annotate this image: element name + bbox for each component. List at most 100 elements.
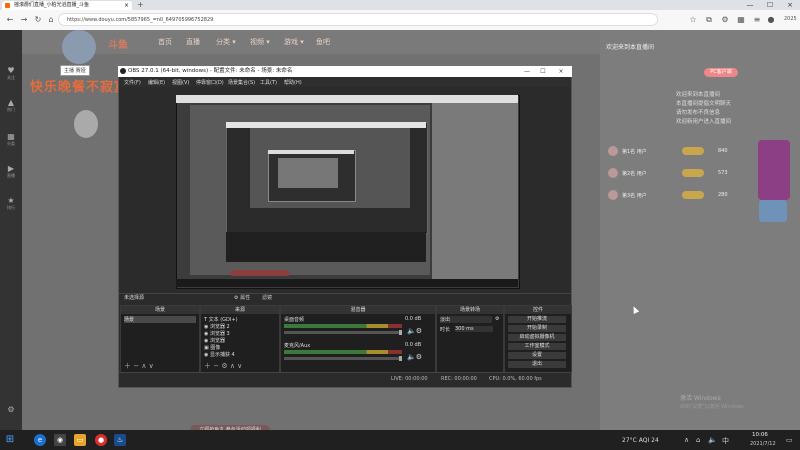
rank-avatar	[608, 168, 618, 178]
speaker-icon[interactable]: 🔈⚙	[407, 353, 422, 361]
forward-arrow-icon[interactable]: →	[18, 14, 30, 26]
sidebar-item-rank[interactable]: ★ 排行	[3, 196, 19, 212]
sources-dock-toolbar[interactable]: ＋ − ⚙ ∧ ∨	[204, 361, 242, 371]
edge-icon[interactable]: e	[34, 434, 46, 446]
sources-dock-title: 来源	[201, 306, 279, 314]
studio-mode-button[interactable]: 工作室模式	[508, 343, 566, 350]
rank-row[interactable]: 第1名 用户 840	[608, 146, 753, 158]
obs-minimize-button[interactable]: —	[520, 66, 534, 77]
windows-start-icon[interactable]: ⊞	[4, 434, 16, 446]
nav-game[interactable]: 游戏 ▾	[284, 37, 304, 47]
obs-close-button[interactable]: ×	[554, 66, 568, 77]
source-item[interactable]: ◉ 浏览器 2	[204, 323, 230, 330]
gift-box-icon[interactable]	[759, 200, 787, 222]
sources-dock: 来源 T 文本 (GDI+) ◉ 浏览器 2 ◉ 浏览器 3 ◉ 浏览器 ▣ 图…	[200, 305, 280, 373]
source-item[interactable]: ◉ 显示捕获 4	[204, 351, 235, 358]
source-item[interactable]: ◉ 浏览器 3	[204, 330, 230, 337]
duration-input[interactable]: 300 ms	[455, 326, 493, 332]
window-close-button[interactable]: ×	[780, 0, 800, 10]
sidebar-item-live[interactable]: ▶ 直播	[3, 164, 19, 180]
nav-live[interactable]: 直播	[186, 37, 200, 47]
menu-file[interactable]: 文件(F)	[124, 79, 141, 86]
window-maximize-button[interactable]: ☐	[760, 0, 780, 10]
transition-gear-icon[interactable]: ⚙	[495, 316, 499, 322]
grid-icon[interactable]: ▦	[736, 14, 746, 26]
menu-scene-collection[interactable]: 场景集合(S)	[228, 79, 255, 86]
rank-row[interactable]: 第2名 用户 573	[608, 168, 753, 180]
tab-close-icon[interactable]: ×	[124, 1, 129, 10]
star-icon[interactable]: ☆	[688, 14, 698, 26]
extension-icon[interactable]: ⧉	[704, 14, 714, 26]
source-item[interactable]: ◉ 浏览器	[204, 337, 225, 344]
no-source-selected-label: 未选择源	[124, 295, 145, 301]
chat-message: 欢迎来到本直播间	[676, 92, 721, 98]
transition-select[interactable]: 淡出	[440, 316, 492, 323]
network-icon[interactable]: ⌂	[696, 436, 700, 444]
preview-browser-bar	[176, 95, 518, 103]
settings-button[interactable]: 设置	[508, 352, 566, 359]
volume-slider-handle[interactable]	[399, 330, 402, 335]
menu-icon[interactable]: ≡	[752, 14, 762, 26]
volume-slider[interactable]	[284, 330, 402, 335]
douyu-logo[interactable]: 斗鱼	[108, 36, 128, 51]
taskbar-clock-time[interactable]: 10:06	[752, 432, 768, 438]
speaker-icon[interactable]: 🔈⚙	[407, 327, 422, 335]
file-explorer-icon[interactable]: ▭	[74, 434, 86, 446]
home-icon[interactable]: ⌂	[45, 14, 57, 26]
chat-message: 请勿发布不良信息	[676, 110, 721, 116]
preview-nested-obs-titlebar	[268, 150, 354, 154]
obs-titlebar: OBS 27.0.1 (64-bit, windows) - 配置文件: 未命名…	[118, 66, 572, 77]
start-virtual-camera-button[interactable]: 启动虚拟摄像机	[508, 334, 566, 341]
profile-icon[interactable]: ●	[766, 14, 776, 26]
back-arrow-icon[interactable]: ←	[4, 14, 16, 26]
ime-icon[interactable]: 中	[722, 436, 729, 446]
source-item[interactable]: T 文本 (GDI+)	[204, 316, 238, 323]
preview-innermost-capture	[278, 158, 338, 188]
nav-fishbar[interactable]: 鱼吧	[316, 37, 330, 47]
sidebar-settings-icon[interactable]: ⚙	[3, 405, 19, 421]
nav-home[interactable]: 首页	[158, 37, 172, 47]
obs-logo-icon	[120, 68, 126, 74]
settings-gear-icon[interactable]: ⚙	[720, 14, 730, 26]
properties-button[interactable]: ⚙ 属性	[234, 294, 250, 301]
nav-video[interactable]: 视频 ▾	[250, 37, 270, 47]
source-item[interactable]: ▣ 图像	[204, 344, 220, 351]
menu-help[interactable]: 帮助(H)	[284, 79, 302, 86]
obs-maximize-button[interactable]: ☐	[536, 66, 550, 77]
menu-tools[interactable]: 工具(T)	[260, 79, 277, 86]
browser-tab[interactable]: 摇滚爵们直播_小柏光滔直播_斗鱼 ×	[2, 1, 132, 10]
reload-icon[interactable]: ↻	[32, 14, 44, 26]
mixer-track-name: 麦克风/Aux	[284, 343, 311, 349]
sidebar-item-follow[interactable]: ♥ 关注	[3, 66, 19, 82]
volume-icon[interactable]: 🔈	[708, 436, 717, 444]
window-minimize-button[interactable]: —	[740, 0, 760, 10]
obs-taskbar-icon[interactable]: ◉	[54, 434, 66, 446]
activity-banner[interactable]	[758, 140, 790, 200]
start-streaming-button[interactable]: 开始推流	[508, 316, 566, 323]
taskbar-clock-date[interactable]: 2021/7/12	[750, 441, 776, 447]
scenes-dock-toolbar[interactable]: ＋ − ∧ ∨	[124, 361, 154, 371]
menu-view[interactable]: 视图(V)	[172, 79, 189, 86]
rank-avatar	[608, 146, 618, 156]
exit-button[interactable]: 退出	[508, 361, 566, 368]
url-input[interactable]: https://www.douyu.com/5857965_=n0_649705…	[58, 13, 658, 26]
nav-category[interactable]: 分类 ▾	[216, 37, 236, 47]
sidebar-item-category[interactable]: ▦ 分类	[3, 132, 19, 148]
douyu-app-icon[interactable]: ●	[95, 434, 107, 446]
filters-button[interactable]: 滤镜	[262, 294, 272, 301]
scene-item[interactable]: 场景	[124, 316, 196, 323]
rank-badge	[682, 191, 704, 199]
start-recording-button[interactable]: 开始录制	[508, 325, 566, 332]
volume-slider-handle[interactable]	[399, 356, 402, 361]
sidebar-item-hot[interactable]: ▲ 热门	[3, 98, 19, 114]
steam-icon[interactable]: ♨	[114, 434, 126, 446]
pc-client-button[interactable]: PC客户端	[704, 68, 738, 77]
notification-icon[interactable]: ▭	[786, 436, 793, 444]
new-tab-button[interactable]: +	[137, 0, 144, 9]
menu-docks[interactable]: 停靠窗口(D)	[196, 79, 224, 86]
weather-widget[interactable]: 27°C AQI 24	[622, 437, 659, 444]
menu-edit[interactable]: 编辑(E)	[148, 79, 165, 86]
volume-slider[interactable]	[284, 356, 402, 361]
tray-chevron-icon[interactable]: ∧	[684, 436, 689, 444]
rank-row[interactable]: 第3名 用户 280	[608, 190, 753, 202]
